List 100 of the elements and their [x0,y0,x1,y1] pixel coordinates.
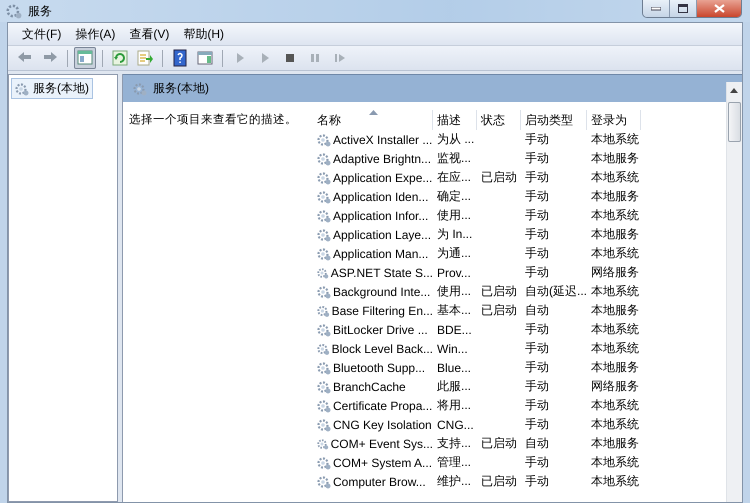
table-cell-text: 使用... [436,283,472,300]
table-cell-text: 已启动 [480,169,518,186]
gear-icon [317,132,331,146]
close-button[interactable] [697,0,741,17]
service-name-cell[interactable]: BitLocker Drive ... [313,322,433,336]
menu-item[interactable]: 文件(F) [16,24,68,44]
console-tree-button[interactable] [74,47,96,69]
table-cell-text: 本地系统 [590,245,640,262]
service-name-cell[interactable]: Application Man... [313,246,433,260]
column-header[interactable]: 启动类型 [521,110,587,130]
gear-icon [317,436,329,450]
service-name-cell[interactable]: Application Laye... [313,228,433,242]
service-name-cell[interactable]: Base Filtering En... [313,304,433,318]
service-name-cell[interactable]: Application Infor... [313,208,433,222]
table-cell-text: CNG... [436,418,475,432]
minimize-icon [651,6,661,10]
table-cell-text: 已启动 [480,283,518,300]
service-name-cell[interactable]: Block Level Back... [313,342,433,356]
column-header[interactable]: 描述 [433,110,477,130]
minimize-button[interactable] [643,0,670,17]
service-name-cell[interactable]: COM+ Event Sys... [313,436,433,450]
gear-icon [15,82,29,96]
column-header[interactable]: 状态 [477,110,521,130]
table-cell-text: 本地系统 [590,416,640,433]
service-name-cell[interactable]: Computer Brow... [313,474,433,488]
table-cell-text: 手动 [524,416,550,433]
panel-title: 服务(本地) [153,80,209,97]
table-cell-text: Prov... [436,266,472,280]
tree-item[interactable]: 服务(本地) [11,78,93,99]
table-cell-text: 本地系统 [590,473,640,490]
service-name-cell[interactable]: Application Iden... [313,190,433,204]
table-cell-text: 本地系统 [590,321,640,338]
window-title: 服务 [28,2,52,20]
table-cell-text: 本地服务 [590,188,640,205]
table-cell-text: 本地服务 [590,435,640,452]
service-name-cell[interactable]: ActiveX Installer ... [313,132,433,146]
service-name-cell[interactable]: ASP.NET State S... [313,266,433,280]
table-cell-text: 已启动 [480,435,518,452]
table-cell-text: 手动 [524,473,550,490]
gear-icon [317,360,331,374]
help-icon [171,49,189,67]
column-header[interactable]: 登录为 [587,110,641,130]
gear-icon [317,152,331,166]
table-cell-text: 支持... [436,435,472,452]
gear-icon [317,190,331,204]
gear-icon [317,284,331,298]
table-cell-text: 手动 [524,226,550,243]
table-cell-text: 自动 [524,435,550,452]
gear-icon [317,418,331,432]
maximize-icon [678,4,688,13]
menu-item[interactable]: 帮助(H) [177,24,230,44]
table-cell-text: 在应... [436,169,472,186]
table-cell-text: 手动 [524,169,550,186]
service-name-cell[interactable]: CNG Key Isolation [313,418,433,432]
table-cell-text: 本地服务 [590,359,640,376]
gear-icon [317,170,331,184]
table-cell-text: 本地服务 [590,302,640,319]
column-header[interactable]: 名称 [313,110,433,130]
description-text: 选择一个项目来查看它的描述。 [129,114,297,126]
scrollbar-thumb[interactable] [728,102,741,142]
table-cell-text: 手动 [524,454,550,471]
table-cell-text: 维护... [436,473,472,490]
table-cell-text: 手动 [524,131,550,148]
table-cell-text: 使用... [436,207,472,224]
table-cell-text: 本地系统 [590,169,640,186]
table-cell-text: 为 In... [436,226,474,243]
menu-item[interactable]: 查看(V) [123,24,176,44]
table-cell-text: 手动 [524,150,550,167]
table-cell-text: 此服... [436,378,472,395]
gear-icon [317,342,330,356]
table-cell-text: 手动 [524,397,550,414]
menu-item[interactable]: 操作(A) [69,24,122,44]
close-icon [714,4,724,13]
gear-icon [317,246,331,260]
gear-icon [317,228,331,242]
table-cell-text: 本地系统 [590,340,640,357]
table-cell-text: 网络服务 [590,378,640,395]
console-tree-icon [76,49,94,67]
table-cell-text: 手动 [524,359,550,376]
service-name-cell[interactable]: Application Expe... [313,170,433,184]
gear-icon [317,398,331,412]
gear-icon [6,3,22,19]
service-name-cell[interactable]: Background Inte... [313,284,433,298]
table-cell-text: 监视... [436,150,472,167]
scroll-up-icon[interactable] [730,88,738,93]
table-cell-text: 已启动 [480,302,518,319]
gear-icon [317,380,331,394]
table-cell-text: 自动(延迟... [524,283,587,300]
service-name-cell[interactable]: COM+ System A... [313,456,433,470]
table-cell-text: 手动 [524,378,550,395]
table-cell-text: 为从 ... [436,131,476,148]
refresh-icon [111,49,129,67]
service-name-cell[interactable]: Adaptive Brightn... [313,152,433,166]
table-cell-text: 本地系统 [590,131,640,148]
table-cell-text: 本地服务 [590,150,640,167]
service-name-cell[interactable]: Bluetooth Supp... [313,360,433,374]
table-cell-text: Win... [436,342,469,356]
service-name-cell[interactable]: BranchCache [313,380,433,394]
service-name-cell[interactable]: Certificate Propa... [313,398,433,412]
maximize-button[interactable] [670,0,697,17]
